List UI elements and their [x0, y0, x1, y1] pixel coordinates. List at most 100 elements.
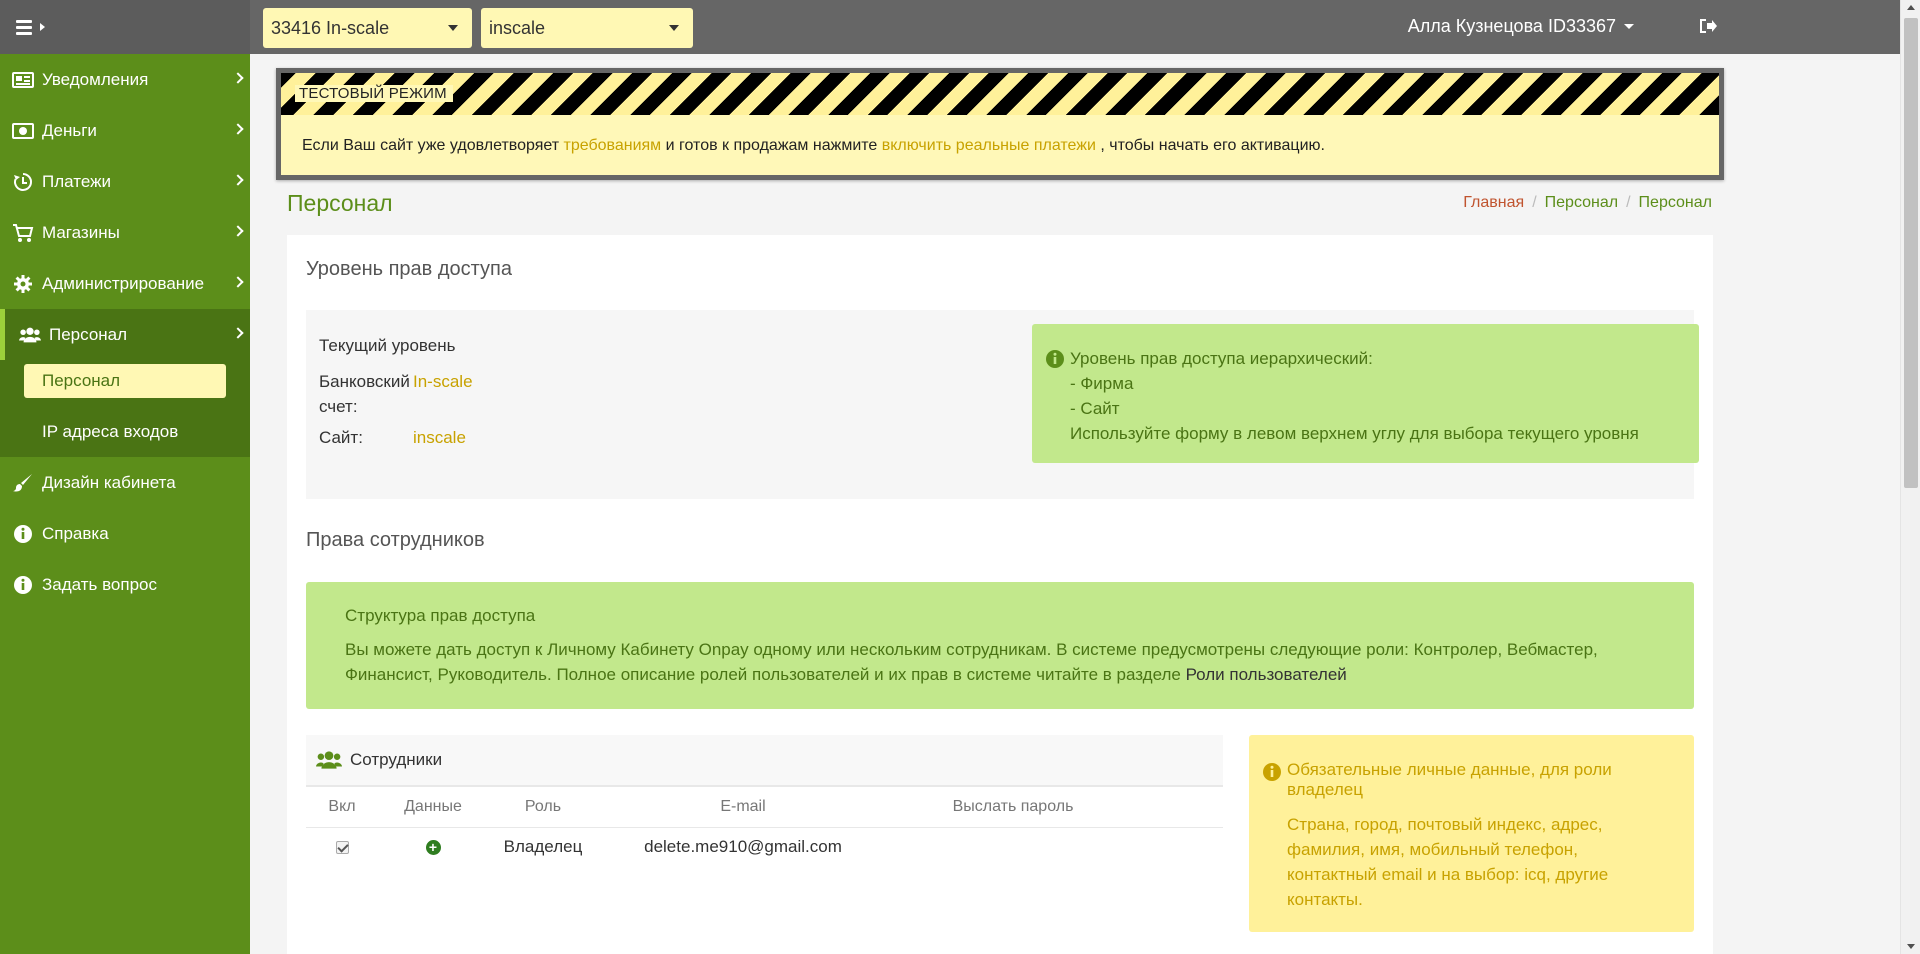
column-header-spacer	[1138, 787, 1223, 828]
rights-structure-text: Вы можете дать доступ к Личному Кабинету…	[345, 637, 1662, 687]
chevron-down-icon	[448, 25, 458, 31]
test-mode-text: Если Ваш сайт уже удовлетворяет требован…	[302, 137, 1325, 155]
sidebar-item-label: Магазины	[42, 222, 120, 242]
info-line: - Сайт	[1070, 399, 1120, 418]
chevron-down-icon	[1624, 23, 1634, 29]
site-value[interactable]: inscale	[413, 428, 466, 447]
sidebar-subitem-login-ips[interactable]: IP адреса входов	[24, 415, 226, 449]
chevron-right-icon	[232, 174, 244, 186]
sidebar-item-ask-question[interactable]: Задать вопрос	[0, 559, 250, 610]
staff-panel: Сотрудники Вкл Данные Роль E-mail Выслат…	[306, 735, 1223, 954]
newspaper-icon	[12, 69, 34, 91]
sidebar-item-label: Платежи	[42, 171, 111, 191]
gear-icon	[12, 273, 34, 295]
rights-structure-title: Структура прав доступа	[345, 606, 536, 625]
hamburger-icon	[16, 17, 32, 38]
sidebar-item-label: Деньги	[42, 120, 97, 140]
breadcrumb: Главная / Персонал / Персонал	[1463, 194, 1712, 212]
sidebar-item-notifications[interactable]: Уведомления	[0, 54, 250, 105]
brush-icon	[12, 472, 34, 494]
sidebar-item-label: Уведомления	[42, 69, 149, 89]
chevron-right-icon	[232, 225, 244, 237]
chevron-right-icon	[232, 123, 244, 135]
column-header-data: Данные	[378, 787, 488, 828]
info-line: Используйте форму в левом верхнем углу д…	[1070, 424, 1639, 443]
users-icon	[19, 324, 41, 346]
rights-structure-info: Структура прав доступа Вы можете дать до…	[306, 582, 1694, 709]
sidebar-item-label: Задать вопрос	[42, 574, 157, 594]
account-select-value: 33416 In-scale	[271, 17, 390, 38]
page-scrollbar[interactable]	[1900, 0, 1920, 954]
sidebar-item-administration[interactable]: Администрирование	[0, 258, 250, 309]
role-cell: Владелец	[503, 837, 583, 857]
spacer-cell	[1138, 827, 1223, 867]
column-header-enabled: Вкл	[306, 787, 378, 828]
sidebar-item-label: Администрирование	[42, 273, 205, 293]
chevron-right-icon	[232, 72, 244, 84]
money-icon	[12, 120, 34, 142]
info-icon	[12, 523, 34, 545]
required-data-title: Обязательные личные данные, для роли вла…	[1287, 760, 1612, 799]
table-header-row: Вкл Данные Роль E-mail Выслать пароль	[306, 787, 1223, 828]
chevron-right-icon	[232, 276, 244, 288]
breadcrumb-staff-section[interactable]: Персонал	[1545, 194, 1618, 212]
column-header-email: E-mail	[598, 787, 888, 828]
bank-account-label: Банковский счет:	[319, 372, 410, 416]
column-header-send-password: Выслать пароль	[888, 787, 1138, 828]
current-level-heading: Текущий уровень	[319, 336, 456, 355]
staff-panel-header: Сотрудники	[306, 735, 1223, 787]
info-line: Уровень прав доступа иерархический:	[1070, 349, 1373, 368]
scroll-up-arrow-icon[interactable]	[1907, 5, 1915, 10]
enabled-checkbox[interactable]	[335, 841, 349, 855]
info-icon	[1045, 349, 1065, 376]
scroll-down-arrow-icon[interactable]	[1907, 944, 1915, 949]
breadcrumb-home[interactable]: Главная	[1463, 194, 1524, 212]
sidebar-item-help[interactable]: Справка	[0, 508, 250, 559]
bank-account-row: Банковский счет:In-scale	[319, 369, 473, 419]
breadcrumb-current: Персонал	[1638, 194, 1712, 211]
info-line: - Фирма	[1070, 374, 1134, 393]
bank-account-value[interactable]: In-scale	[413, 372, 473, 391]
sidebar-item-shops[interactable]: Магазины	[0, 207, 250, 258]
test-mode-banner: ТЕСТОВЫЙ РЕЖИМ Если Ваш сайт уже удовлет…	[276, 68, 1724, 180]
users-icon	[316, 750, 342, 770]
user-roles-link[interactable]: Роли пользователей	[1186, 665, 1347, 684]
sidebar-item-staff[interactable]: Персонал	[0, 309, 250, 360]
site-select-value: inscale	[489, 17, 546, 38]
caret-right-icon	[40, 23, 45, 31]
user-name: Алла Кузнецова ID33367	[1407, 15, 1616, 36]
sidebar-item-label: Справка	[42, 523, 109, 543]
user-menu[interactable]: Алла Кузнецова ID33367	[1408, 0, 1634, 52]
required-data-text: Страна, город, почтовый индекс, адрес, ф…	[1287, 815, 1609, 909]
chevron-down-icon	[669, 25, 679, 31]
logout-button[interactable]	[1696, 14, 1720, 38]
enable-real-payments-link[interactable]: включить реальные платежи	[882, 137, 1096, 154]
sidebar-subitem-staff[interactable]: Персонал	[24, 364, 226, 398]
staff-table: Вкл Данные Роль E-mail Выслать пароль + …	[306, 787, 1223, 867]
sidebar-item-label: Дизайн кабинета	[42, 472, 176, 492]
chevron-right-icon	[232, 327, 244, 339]
menu-toggle-button[interactable]	[0, 0, 250, 54]
rights-structure-text-body: Вы можете дать доступ к Личному Кабинету…	[345, 640, 1598, 684]
sidebar-item-money[interactable]: Деньги	[0, 105, 250, 156]
email-cell: delete.me910@gmail.com	[644, 837, 842, 857]
sidebar-submenu-staff: Персонал IP адреса входов	[0, 360, 250, 457]
scrollbar-thumb[interactable]	[1904, 18, 1918, 488]
requirements-link[interactable]: требованиям	[564, 137, 662, 154]
test-mode-label: ТЕСТОВЫЙ РЕЖИМ	[295, 85, 453, 102]
enabled-cell	[306, 827, 378, 867]
banner-text-part: , чтобы начать его активацию.	[1095, 137, 1325, 154]
top-bar: 33416 In-scale inscale Алла Кузнецова ID…	[0, 0, 1900, 54]
cart-icon	[12, 222, 34, 244]
page-title: Персонал	[287, 190, 393, 216]
access-level-box: Текущий уровень Банковский счет:In-scale…	[306, 310, 1699, 499]
site-select[interactable]: inscale	[481, 8, 693, 48]
breadcrumb-separator: /	[1532, 194, 1537, 211]
account-select[interactable]: 33416 In-scale	[263, 8, 472, 48]
send-password-cell	[888, 827, 1138, 867]
sidebar-item-payments[interactable]: Платежи	[0, 156, 250, 207]
plus-circle-icon[interactable]: +	[425, 840, 441, 856]
access-level-heading: Уровень прав доступа	[306, 258, 512, 280]
sidebar: Уведомления Деньги Платежи Магазины Адми…	[0, 54, 250, 954]
sidebar-item-design[interactable]: Дизайн кабинета	[0, 457, 250, 508]
